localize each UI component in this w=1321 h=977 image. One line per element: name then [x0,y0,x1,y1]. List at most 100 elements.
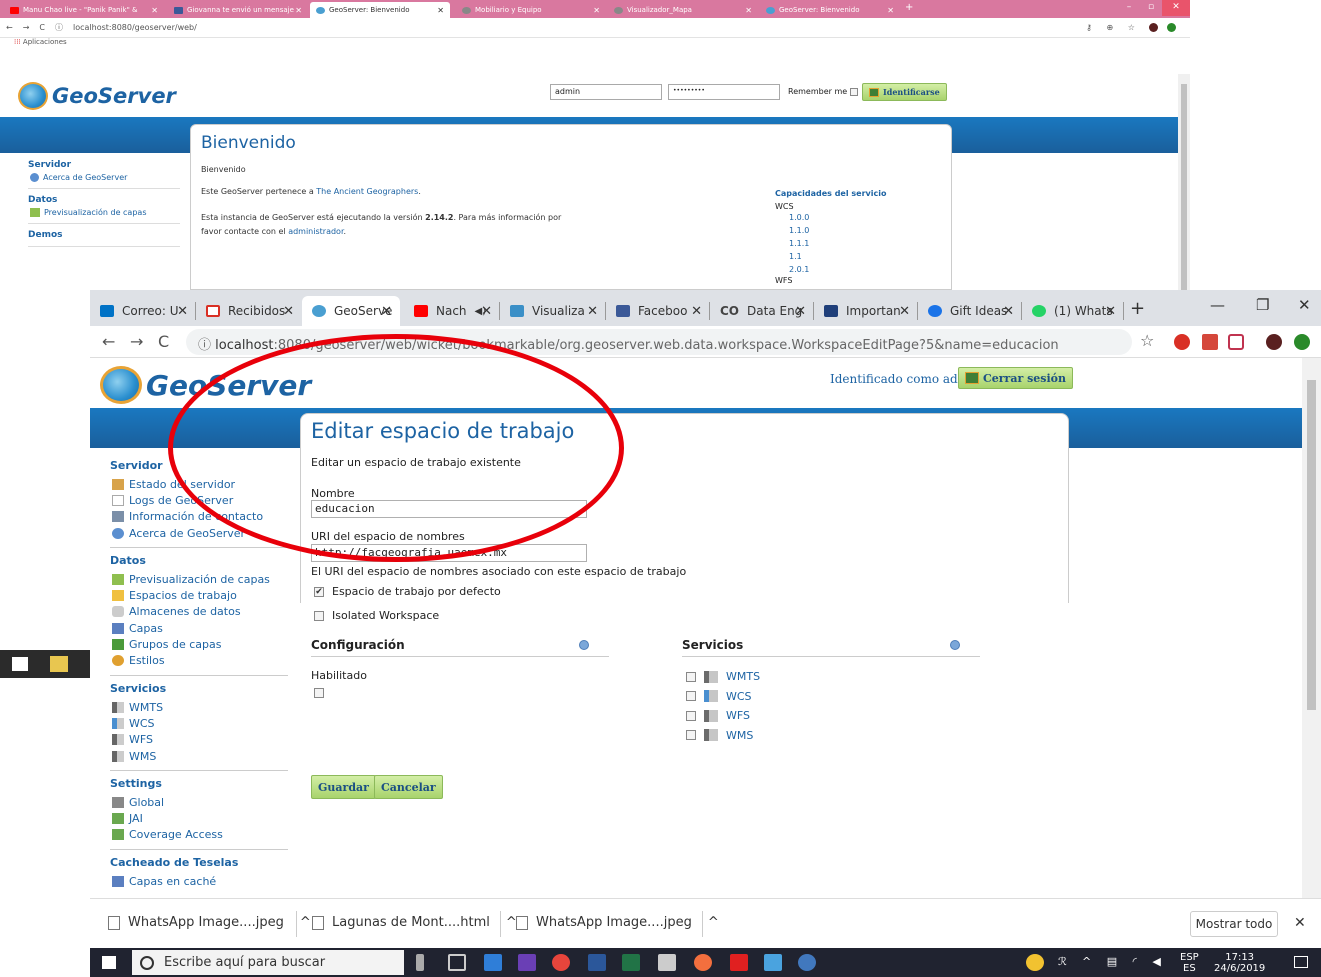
restore-icon[interactable]: ❐ [1256,296,1269,314]
help-icon[interactable] [579,640,589,650]
new-tab-button[interactable]: + [905,2,913,13]
back-tab-5[interactable]: GeoServer: Bienvenido ✕ [760,2,900,18]
password-field[interactable]: ••••••••• [668,84,780,100]
sidebar-item-stores[interactable]: Almacenes de datos [110,604,290,620]
maximize-icon[interactable]: ▫ [1140,0,1162,16]
sidebar-item-wmts[interactable]: WMTS [110,699,290,715]
close-icon[interactable]: ✕ [887,6,894,15]
close-window-icon[interactable]: ✕ [1162,0,1190,16]
close-icon[interactable]: ✕ [283,304,294,319]
file-explorer-icon[interactable] [484,954,502,971]
close-icon[interactable]: ✕ [151,6,158,15]
tab-facebook[interactable]: Faceboo ✕ [606,296,710,326]
close-window-icon[interactable]: ✕ [1298,296,1311,314]
scrollbar-thumb[interactable] [1307,380,1316,710]
service-checkbox[interactable] [686,671,696,682]
sidebar-item-wms[interactable]: WMS [110,748,290,764]
help-tray-icon[interactable] [1026,954,1044,971]
sidebar-item-layers[interactable]: Capas [110,620,290,636]
pocket-icon[interactable] [1228,334,1244,350]
back-tab-1[interactable]: Giovanna te envió un mensaje ✕ [168,2,308,18]
close-icon[interactable]: ✕ [745,6,752,15]
pdf-extension-icon[interactable] [1202,334,1218,350]
download-item[interactable]: WhatsApp Image....jpeg ^ [516,915,719,930]
logout-button[interactable]: Cerrar sesión [958,367,1073,389]
tab-whatsapp[interactable]: (1) Whats ✕ [1022,296,1124,326]
cancel-button[interactable]: Cancelar [374,775,443,799]
windows-start-icon[interactable] [102,956,116,969]
system-tray-icons[interactable]: ^ ▤ ◜ ◀ [1082,956,1167,967]
isolated-workspace-checkbox[interactable] [314,610,324,621]
username-field[interactable]: admin [550,84,662,100]
back-tab-0[interactable]: Manu Chao live - "Panik Panik" & ✕ [4,2,164,18]
word-icon[interactable] [588,954,606,971]
people-icon[interactable]: ℛ [1058,956,1067,967]
tab-visualizador[interactable]: Visualiza ✕ [500,296,606,326]
download-item[interactable]: WhatsApp Image....jpeg ^ [108,915,311,930]
help-icon[interactable] [950,640,960,650]
close-icon[interactable]: ✕ [1003,304,1014,319]
chrome-icon[interactable] [552,954,570,971]
admin-link[interactable]: administrador [288,227,343,236]
back-tab-3[interactable]: Mobiliario y Equipo ✕ [456,2,606,18]
tab-data-eng[interactable]: CO Data Eng ✕ [710,296,814,326]
sidebar-item-wcs[interactable]: WCS [110,715,290,731]
show-all-button[interactable]: Mostrar todo [1190,911,1278,937]
app-icon[interactable] [694,954,712,971]
sidebar-item-styles[interactable]: Estilos [110,653,290,669]
extension-green-icon[interactable] [1294,334,1310,350]
file-explorer-icon[interactable] [50,656,68,672]
bookmark-star-icon[interactable]: ☆ [1140,331,1154,350]
save-button[interactable]: Guardar [311,775,376,799]
notifications-icon[interactable] [1294,956,1308,968]
sidebar-item-cached-layers[interactable]: Capas en caché [110,873,290,889]
back-arrow-icon[interactable]: ← [6,23,13,32]
back-sidebar-item-acerca[interactable]: Acerca de GeoServer [28,173,188,182]
close-icon[interactable]: ✕ [481,304,492,319]
back-scrollbar[interactable] [1178,74,1190,290]
minimize-icon[interactable]: — [1210,296,1225,314]
app-icon[interactable] [764,954,782,971]
back-sidebar-item-preview[interactable]: Previsualización de capas [28,208,188,217]
close-icon[interactable]: ✕ [795,304,806,319]
tab-nach[interactable]: Nach ◀) ✕ [404,296,500,326]
capabilities-version-link[interactable]: 1.1.0 [775,224,886,237]
service-checkbox[interactable] [686,691,696,702]
forward-arrow-icon[interactable]: → [130,332,143,351]
adblock-icon[interactable] [1174,334,1190,350]
sidebar-item-preview[interactable]: Previsualización de capas [110,571,290,587]
scrollbar-thumb[interactable] [1181,84,1187,290]
remember-me-checkbox[interactable] [849,87,858,96]
reload-icon[interactable]: C [39,23,45,32]
back-tab-4[interactable]: Visualizador_Mapa ✕ [608,2,758,18]
login-button[interactable]: Identificarse [862,83,947,101]
default-workspace-checkbox[interactable] [314,586,324,597]
microphone-icon[interactable] [416,954,424,971]
tab-importan[interactable]: Importan ✕ [814,296,918,326]
app-icon[interactable] [798,954,816,971]
sidebar-item-coverage[interactable]: Coverage Access [110,827,290,843]
page-scrollbar[interactable] [1302,358,1321,898]
language-indicator[interactable]: ESP ES [1180,952,1199,974]
reload-icon[interactable]: C [158,332,169,351]
tab-recibidos[interactable]: Recibidos ✕ [196,296,302,326]
capabilities-version-link[interactable]: 2.0.1 [775,263,886,276]
back-sidebar-demos[interactable]: Demos [28,230,188,240]
close-icon[interactable]: ✕ [899,304,910,319]
capabilities-version-link[interactable]: 1.0.0 [775,211,886,224]
close-icon[interactable]: ✕ [381,304,392,319]
service-checkbox[interactable] [686,730,696,741]
new-tab-button[interactable]: + [1130,298,1145,319]
visual-studio-icon[interactable] [518,954,536,971]
sidebar-item-layer-groups[interactable]: Grupos de capas [110,636,290,652]
close-icon[interactable]: ✕ [1105,304,1116,319]
forward-arrow-icon[interactable]: → [23,23,30,32]
chevron-up-icon[interactable]: ^ [300,915,311,930]
back-arrow-icon[interactable]: ← [102,332,115,351]
close-icon[interactable]: ✕ [177,304,188,319]
minimize-icon[interactable]: – [1118,0,1140,16]
acrobat-icon[interactable] [730,954,748,971]
close-icon[interactable]: ✕ [587,304,598,319]
service-checkbox[interactable] [686,710,696,721]
back-geoserver-logo[interactable]: GeoServer [18,82,176,110]
